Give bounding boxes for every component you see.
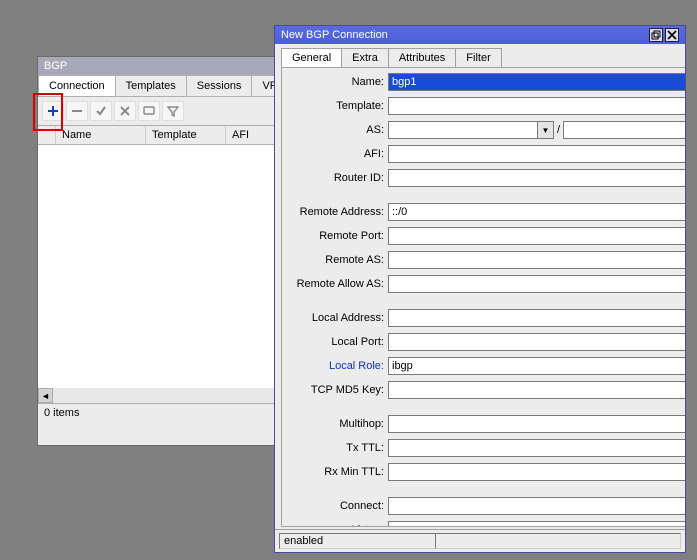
connect-field[interactable]	[388, 497, 685, 515]
tab-extra[interactable]: Extra	[341, 48, 389, 67]
template-label: Template:	[286, 100, 388, 112]
remote-allow-as-label: Remote Allow AS:	[286, 278, 388, 290]
as-suffix-field[interactable]	[563, 121, 685, 139]
connect-label: Connect:	[286, 500, 388, 512]
multihop-label: Multihop:	[286, 418, 388, 430]
col-blank[interactable]	[38, 126, 56, 144]
window-close-icon[interactable]	[665, 28, 679, 42]
tab-sessions[interactable]: Sessions	[186, 75, 253, 96]
dialog-title: New BGP Connection	[281, 26, 388, 44]
dialog-titlebar: New BGP Connection	[275, 26, 685, 44]
remote-port-field[interactable]	[388, 227, 685, 245]
status-enabled: enabled	[279, 533, 436, 549]
local-role-label: Local Role:	[286, 360, 388, 372]
listen-label: Listen:	[286, 524, 388, 527]
general-form: Name: Template: ▼◆ AS: ▼ / ▼ AFI: ▼ Rout…	[281, 67, 685, 527]
status-fill	[435, 533, 681, 549]
routerid-label: Router ID:	[286, 172, 388, 184]
tab-filter[interactable]: Filter	[455, 48, 501, 67]
scroll-left-icon[interactable]: ◄	[38, 388, 53, 403]
col-template[interactable]: Template	[146, 126, 226, 144]
local-port-label: Local Port:	[286, 336, 388, 348]
template-field[interactable]	[388, 97, 685, 115]
disable-button[interactable]	[114, 101, 136, 121]
local-port-field[interactable]	[388, 333, 685, 351]
remote-port-label: Remote Port:	[286, 230, 388, 242]
tx-ttl-field[interactable]	[388, 439, 685, 457]
tx-ttl-label: Tx TTL:	[286, 442, 388, 454]
as-dropdown-icon[interactable]: ▼	[538, 121, 554, 139]
local-addr-field[interactable]	[388, 309, 685, 327]
name-field[interactable]	[388, 73, 685, 91]
tab-templates[interactable]: Templates	[115, 75, 187, 96]
remote-as-label: Remote AS:	[286, 254, 388, 266]
new-bgp-connection-dialog: New BGP Connection General Extra Attribu…	[274, 25, 686, 553]
as-field[interactable]	[388, 121, 538, 139]
local-role-field[interactable]	[388, 357, 685, 375]
multihop-field[interactable]	[388, 415, 685, 433]
as-separator: /	[554, 124, 563, 136]
col-name[interactable]: Name	[56, 126, 146, 144]
afi-field[interactable]	[388, 145, 685, 163]
dialog-statusbar: enabled	[275, 529, 685, 552]
dialog-tabs: General Extra Attributes Filter	[281, 48, 685, 67]
remove-button[interactable]	[66, 101, 88, 121]
rx-min-ttl-field[interactable]	[388, 463, 685, 481]
as-label: AS:	[286, 124, 388, 136]
remote-addr-field[interactable]	[388, 203, 685, 221]
tab-connection[interactable]: Connection	[38, 75, 116, 96]
tcp-md5-field[interactable]	[388, 381, 685, 399]
listen-field[interactable]	[388, 521, 685, 527]
tcp-md5-label: TCP MD5 Key:	[286, 384, 388, 396]
local-addr-label: Local Address:	[286, 312, 388, 324]
filter-button[interactable]	[162, 101, 184, 121]
remote-as-field[interactable]	[388, 251, 685, 269]
enable-button[interactable]	[90, 101, 112, 121]
tab-attributes[interactable]: Attributes	[388, 48, 456, 67]
remote-addr-label: Remote Address:	[286, 206, 388, 218]
afi-label: AFI:	[286, 148, 388, 160]
comment-button[interactable]	[138, 101, 160, 121]
rx-min-ttl-label: Rx Min TTL:	[286, 466, 388, 478]
routerid-field[interactable]	[388, 169, 685, 187]
tab-general[interactable]: General	[281, 48, 342, 67]
remote-allow-as-field[interactable]	[388, 275, 685, 293]
window-restore-icon[interactable]	[649, 28, 663, 42]
name-label: Name:	[286, 76, 388, 88]
add-button[interactable]	[42, 101, 64, 121]
